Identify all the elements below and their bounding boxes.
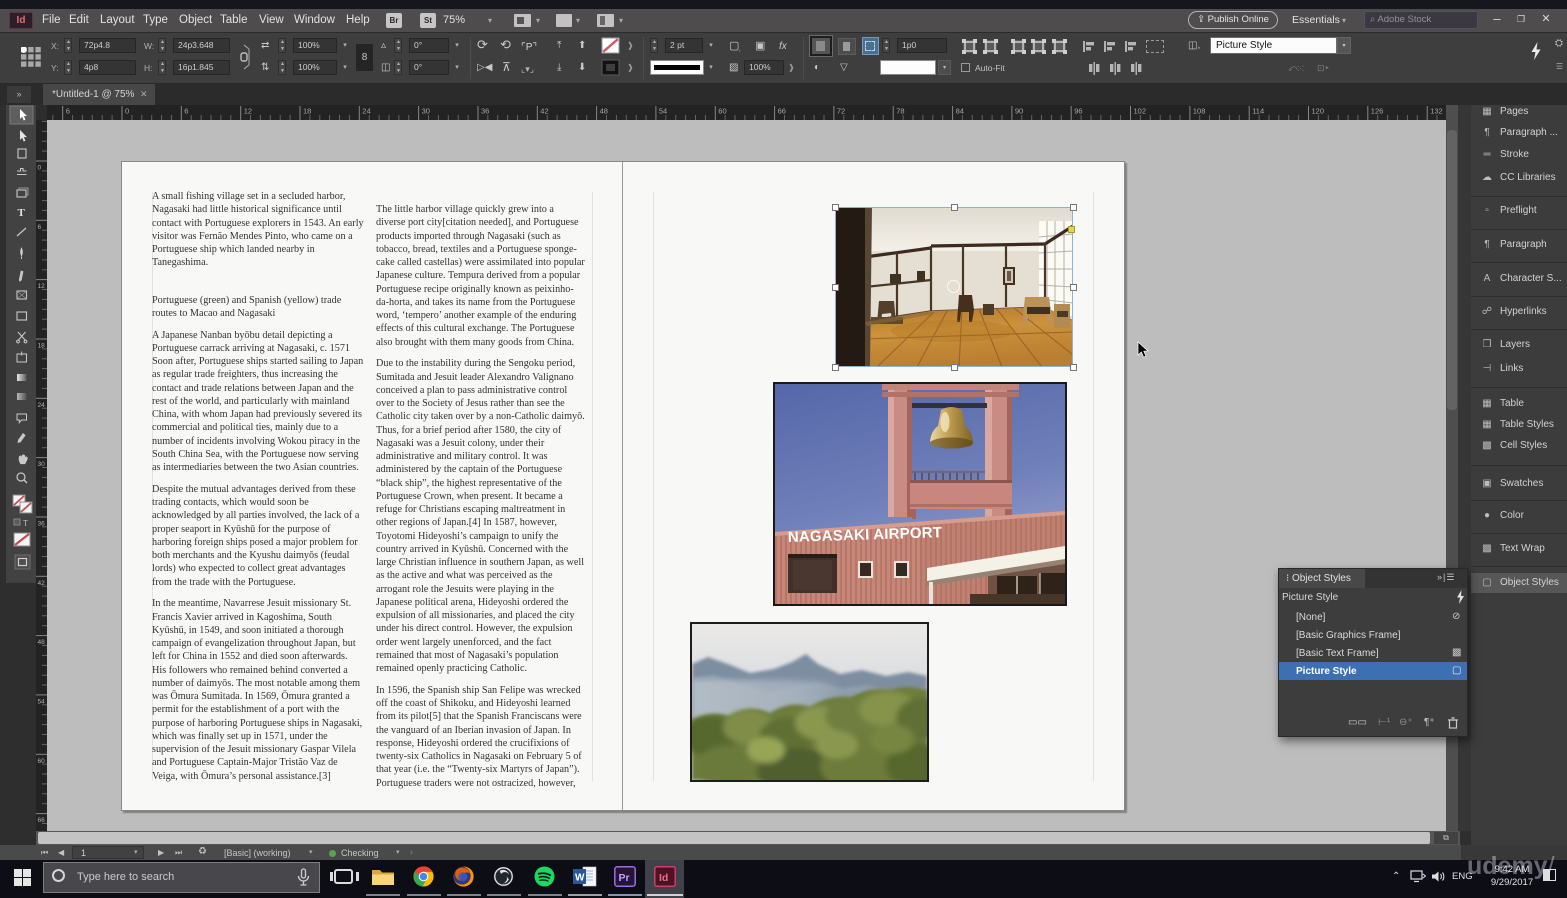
svg-text:66: 66 bbox=[38, 817, 46, 824]
svg-text:78: 78 bbox=[896, 107, 904, 116]
svg-text:6: 6 bbox=[66, 107, 70, 116]
svg-text:T: T bbox=[23, 519, 28, 528]
svg-text:114: 114 bbox=[1252, 107, 1264, 116]
svg-text:36: 36 bbox=[481, 107, 489, 116]
svg-text:48: 48 bbox=[38, 639, 46, 646]
svg-text:54: 54 bbox=[38, 698, 46, 705]
svg-text:6: 6 bbox=[184, 107, 188, 116]
svg-text:54: 54 bbox=[659, 107, 667, 116]
svg-text:108: 108 bbox=[1193, 107, 1206, 116]
svg-text:0: 0 bbox=[125, 107, 129, 116]
svg-text:18: 18 bbox=[38, 343, 46, 350]
svg-text:120: 120 bbox=[1312, 107, 1325, 116]
svg-text:30: 30 bbox=[422, 107, 430, 116]
svg-text:132: 132 bbox=[1430, 107, 1443, 116]
svg-text:36: 36 bbox=[38, 521, 46, 528]
svg-text:18: 18 bbox=[303, 107, 311, 116]
svg-text:90: 90 bbox=[1015, 107, 1023, 116]
svg-text:60: 60 bbox=[38, 758, 46, 765]
svg-text:42: 42 bbox=[38, 580, 46, 587]
svg-text:96: 96 bbox=[1074, 107, 1082, 116]
svg-text:W: W bbox=[575, 873, 585, 884]
svg-text:Id: Id bbox=[659, 872, 668, 884]
svg-text:0: 0 bbox=[38, 165, 42, 172]
svg-text:42: 42 bbox=[540, 107, 548, 116]
svg-text:102: 102 bbox=[1134, 107, 1147, 116]
svg-text:60: 60 bbox=[718, 107, 726, 116]
svg-text:126: 126 bbox=[1371, 107, 1384, 116]
svg-text:12: 12 bbox=[244, 107, 252, 116]
svg-text:30: 30 bbox=[38, 461, 46, 468]
svg-text:24: 24 bbox=[38, 402, 46, 409]
svg-text:24: 24 bbox=[362, 107, 370, 116]
svg-text:12: 12 bbox=[38, 283, 46, 290]
svg-text:72: 72 bbox=[837, 107, 845, 116]
svg-text:Pr: Pr bbox=[619, 872, 630, 884]
svg-text:T: T bbox=[18, 207, 26, 219]
svg-text:6: 6 bbox=[38, 224, 42, 231]
svg-text:84: 84 bbox=[956, 107, 964, 116]
svg-text:66: 66 bbox=[778, 107, 786, 116]
svg-text:48: 48 bbox=[600, 107, 608, 116]
